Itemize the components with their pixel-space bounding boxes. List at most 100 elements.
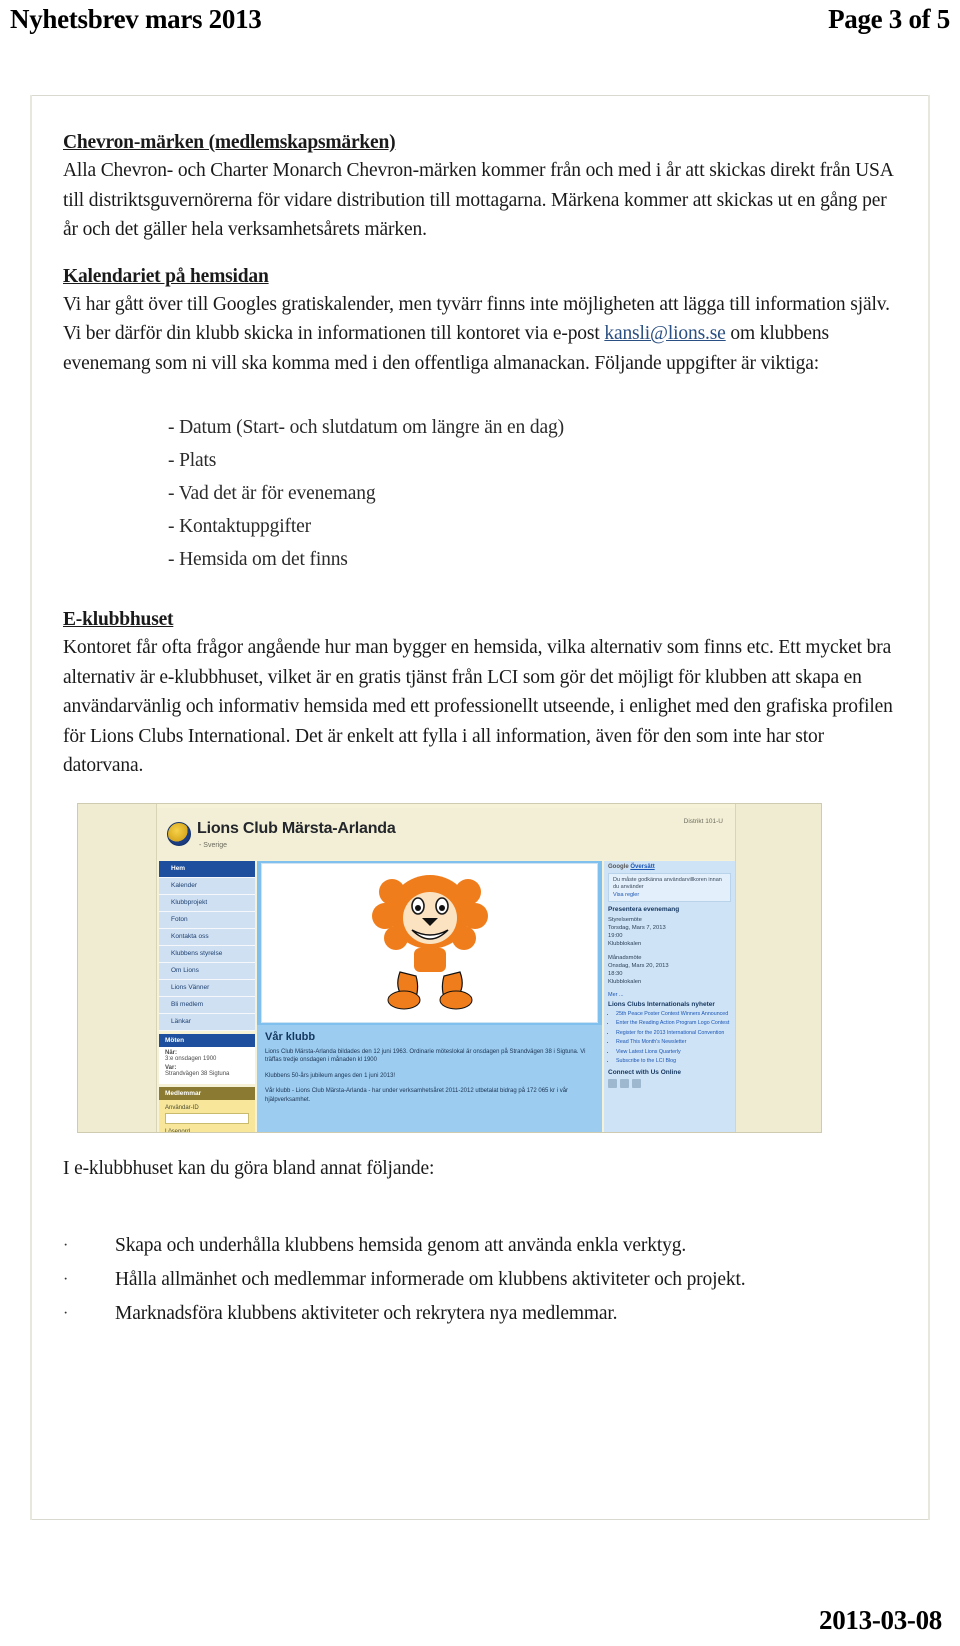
news-item[interactable]: Enter the Reading Action Program Logo Co… <box>616 1020 731 1028</box>
sidebar-item-lankar[interactable]: Länkar <box>159 1013 255 1031</box>
google-label: Google <box>608 863 629 870</box>
event-name: Månadsmöte <box>608 954 642 961</box>
list-item: - Vad det är för evenemang <box>168 483 376 504</box>
member-login-box: Användar-ID Lösenord Logga in Glömt min … <box>159 1099 255 1133</box>
list-item-label: Skapa och underhålla klubbens hemsida ge… <box>115 1235 687 1256</box>
section-body-kalendariet: Vi har gått över till Googles gratiskale… <box>63 290 893 379</box>
screenshot-page-body: Lions Club Märsta-Arlanda - Sverige Dist… <box>156 803 736 1133</box>
event-date: Torsdag, Mars 7, 2013 <box>608 924 666 931</box>
event-time: 18:30 <box>608 970 623 977</box>
password-label: Lösenord <box>165 1128 191 1133</box>
google-translate-row[interactable]: Google Översätt <box>608 864 731 870</box>
terms-text: Du måste godkänna användarvillkoren inna… <box>613 876 722 891</box>
connect-heading: Connect with Us Online <box>608 1068 681 1076</box>
event-place: Klubblokalen <box>608 978 642 985</box>
translate-link[interactable]: Översätt <box>630 864 654 870</box>
news-item[interactable]: Register for the 2013 International Conv… <box>616 1030 731 1038</box>
list-item: · Hålla allmänhet och medlemmar informera… <box>63 1263 893 1297</box>
section-heading-chevron: Chevron-märken (medlemskapsmärken) <box>63 132 396 153</box>
screenshot-sidebar-nav: Hem Kalender Klubbprojekt Foton Kontakta… <box>159 860 255 1133</box>
event-item: Styrelsemöte Torsdag, Mars 7, 2013 19:00… <box>608 916 731 948</box>
document-body: Chevron-märken (medlemskapsmärken) Alla … <box>63 132 893 1331</box>
youtube-icon[interactable] <box>632 1078 641 1088</box>
news-item[interactable]: 25th Peace Poster Contest Winners Announ… <box>616 1011 731 1019</box>
events-heading: Presentera evenemang <box>608 905 680 913</box>
event-date: Onsdag, Mars 20, 2013 <box>608 962 669 969</box>
news-item[interactable]: View Latest Lions Quarterly <box>616 1049 731 1057</box>
news-item[interactable]: Subscribe to the LCI Blog <box>616 1058 731 1066</box>
club-heading: Vår klubb <box>265 1030 316 1043</box>
header-page-number: Page 3 of 5 <box>828 4 950 34</box>
section-heading-kalendariet: Kalendariet på hemsidan <box>63 265 269 287</box>
event-place: Klubblokalen <box>608 940 642 947</box>
sidebar-item-om-lions[interactable]: Om Lions <box>159 962 255 980</box>
screenshot-site-subtitle: - Sverige <box>199 841 228 849</box>
bullet-marker-icon: · <box>63 1271 69 1288</box>
member-box-heading: Medlemmar <box>159 1086 255 1100</box>
list-item: · Skapa och underhålla klubbens hemsida g… <box>63 1229 893 1263</box>
club-text-3: Vår klubb - Lions Club Märsta-Arlanda - … <box>265 1088 569 1103</box>
screenshot-site-title: Lions Club Märsta-Arlanda <box>197 819 396 837</box>
user-id-label: Användar-ID <box>165 1104 199 1111</box>
user-id-input[interactable] <box>165 1112 249 1124</box>
screenshot-site-banner: Lions Club Märsta-Arlanda - Sverige Dist… <box>157 807 735 860</box>
list-item-label: Marknadsföra klubbens aktiviteter och re… <box>115 1303 618 1324</box>
eklubbhuset-site-screenshot: Lions Club Märsta-Arlanda - Sverige Dist… <box>77 802 822 1133</box>
list-item: - Plats <box>168 450 217 471</box>
sidebar-item-lions-vanner[interactable]: Lions Vänner <box>159 979 255 997</box>
sidebar-item-foton[interactable]: Foton <box>159 911 255 929</box>
screenshot-main-column: Vår klubb Lions Club Märsta-Arlanda bild… <box>257 860 602 1132</box>
lions-logo-icon <box>167 821 191 846</box>
list-item-label: Hålla allmänhet och medlemmar informerad… <box>115 1269 746 1290</box>
kansli-email-link[interactable]: kansli@lions.se <box>604 323 725 344</box>
facebook-icon[interactable] <box>608 1078 617 1088</box>
sidebar-item-klubbens-styrelse[interactable]: Klubbens styrelse <box>159 945 255 963</box>
event-time: 19:00 <box>608 932 623 939</box>
social-icons <box>608 1078 731 1088</box>
sidebar-item-bli-medlem[interactable]: Bli medlem <box>159 996 255 1014</box>
list-item: - Hemsida om det finns <box>168 549 348 570</box>
meeting-when-value: 3:e onsdagen 1900 <box>165 1055 217 1062</box>
sidebar-item-hem[interactable]: Hem <box>159 860 255 878</box>
meeting-where-value: Strandvägen 38 Sigtuna <box>165 1070 230 1077</box>
event-item: Månadsmöte Onsdag, Mars 20, 2013 18:30 K… <box>608 954 731 986</box>
list-item: - Kontaktuppgifter <box>168 516 311 537</box>
section-body-eklubbhuset: Kontoret får ofta frågor angående hur ma… <box>63 637 893 776</box>
section-body-chevron: Alla Chevron- och Charter Monarch Chevro… <box>63 160 893 240</box>
show-rules-link[interactable]: Visa regler <box>613 892 726 898</box>
events-more-link[interactable]: Mer ... <box>608 992 731 998</box>
lion-mascot-icon <box>371 874 488 1009</box>
meeting-box-heading: Möten <box>159 1033 255 1047</box>
club-text-1: Lions Club Märsta-Arlanda bildades den 1… <box>265 1048 586 1064</box>
screenshot-district-label: Distrikt 101-U <box>683 817 723 825</box>
news-list: 25th Peace Poster Contest Winners Announ… <box>608 1011 731 1066</box>
news-heading: Lions Clubs Internationals nyheter <box>608 1000 715 1008</box>
news-item[interactable]: Read This Month's Newsletter <box>616 1039 731 1047</box>
bullet-marker-icon: · <box>63 1305 69 1322</box>
meeting-box: När: 3:e onsdagen 1900 Var: Strandvägen … <box>159 1046 255 1084</box>
eklubbhuset-feature-list: · Skapa och underhålla klubbens hemsida g… <box>63 1229 893 1331</box>
section-heading-eklubbhuset: E-klubbhuset <box>63 609 174 630</box>
header-title-left: Nyhetsbrev mars 2013 <box>10 4 262 34</box>
list-item: - Datum (Start- och slutdatum om längre … <box>168 417 564 438</box>
mascot-banner-panel <box>261 862 598 1023</box>
sidebar-item-kalender[interactable]: Kalender <box>159 877 255 895</box>
page-running-header: Nyhetsbrev mars 2013 Page 3 of 5 <box>0 0 960 46</box>
page-footer-date: 2013-03-08 <box>819 1605 942 1635</box>
sidebar-item-kontakta-oss[interactable]: Kontakta oss <box>159 928 255 946</box>
screenshot-right-column: Google Översätt Du måste godkänna använd… <box>604 860 735 1132</box>
bullet-marker-icon: · <box>63 1237 69 1254</box>
sidebar-item-klubbprojekt[interactable]: Klubbprojekt <box>159 894 255 912</box>
event-name: Styrelsemöte <box>608 916 642 923</box>
twitter-icon[interactable] <box>620 1078 629 1088</box>
list-item: · Marknadsföra klubbens aktiviteter och r… <box>63 1297 893 1331</box>
terms-block: Du måste godkänna användarvillkoren inna… <box>608 872 731 902</box>
club-info-panel: Vår klubb Lions Club Märsta-Arlanda bild… <box>257 1024 602 1132</box>
kalendariet-required-fields-list: - Datum (Start- och slutdatum om längre … <box>63 411 893 576</box>
club-text-2: Klubbens 50-års jubileum anges den 1 jun… <box>265 1072 396 1079</box>
